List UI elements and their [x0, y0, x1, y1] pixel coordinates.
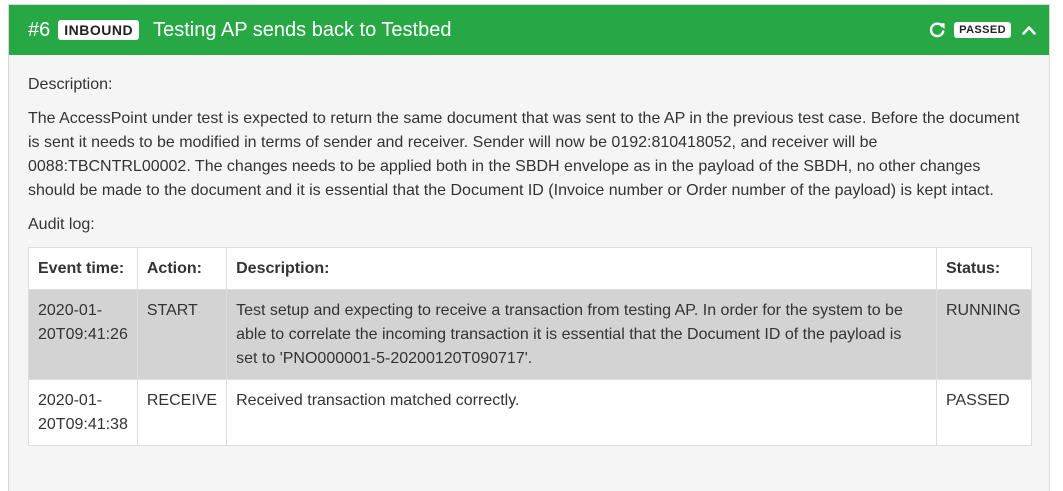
- direction-badge: INBOUND: [58, 20, 140, 40]
- header-controls: PASSED: [928, 5, 1037, 55]
- case-number: #6: [28, 18, 51, 41]
- event-time-cell: 2020-01-20T09:41:26: [28, 289, 138, 380]
- audit-log-label: Audit log:: [28, 216, 95, 233]
- case-title: Testing AP sends back to Testbed: [153, 18, 452, 41]
- column-header-action: Action:: [136, 247, 228, 290]
- action-cell: RECEIVE: [136, 379, 228, 446]
- column-header-status: Status:: [936, 247, 1032, 290]
- test-case-header[interactable]: #6 INBOUND Testing AP sends back to Test…: [9, 5, 1049, 55]
- refresh-icon[interactable]: [928, 21, 946, 39]
- description-cell: Received transaction matched correctly.: [226, 379, 937, 446]
- column-header-description: Description:: [226, 247, 937, 290]
- table-row: 2020-01-20T09:41:38 RECEIVE Received tra…: [28, 379, 1032, 446]
- action-cell: START: [136, 289, 228, 380]
- description-label: Description:: [28, 76, 113, 93]
- column-header-event-time: Event time:: [28, 247, 138, 290]
- event-time-cell: 2020-01-20T09:41:38: [28, 379, 138, 446]
- audit-log-table: Event time: Action: Description: Status:…: [28, 247, 1032, 446]
- description-cell: Test setup and expecting to receive a tr…: [226, 289, 937, 380]
- test-case-panel: #6 INBOUND Testing AP sends back to Test…: [8, 4, 1050, 491]
- test-case-body: Description: The AccessPoint under test …: [9, 55, 1049, 446]
- audit-header-row: Event time: Action: Description: Status:: [28, 247, 1032, 290]
- chevron-up-icon[interactable]: [1021, 22, 1037, 38]
- status-badge: PASSED: [954, 22, 1011, 38]
- status-cell: RUNNING: [936, 289, 1032, 380]
- description-text: The AccessPoint under test is expected t…: [28, 110, 1020, 199]
- status-cell: PASSED: [936, 379, 1032, 446]
- table-row: 2020-01-20T09:41:26 START Test setup and…: [28, 289, 1032, 380]
